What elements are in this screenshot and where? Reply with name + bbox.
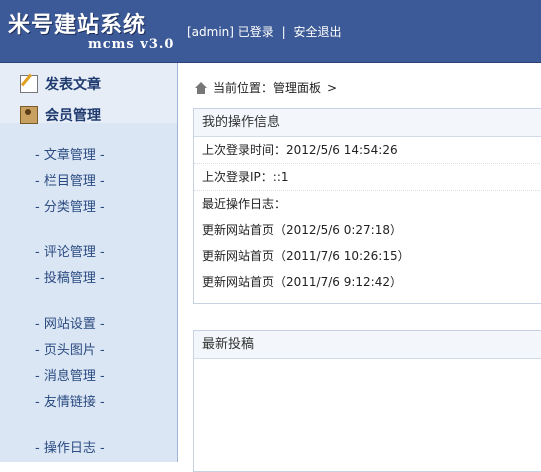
log-entry: 更新网站首页（2012/5/6 0:27:18） [202, 223, 402, 237]
app-title: 米号建站系统 [8, 12, 147, 38]
header-bar: 米号建站系统 mcms v3.0 [admin] 已登录 | 安全退出 [0, 0, 541, 63]
sidebar-item-articles[interactable]: - 文章管理 - [0, 143, 177, 169]
sidebar-item-site-settings[interactable]: - 网站设置 - [0, 312, 177, 338]
sidebar-item-submissions[interactable]: - 投稿管理 - [0, 266, 177, 292]
last-login-time: 上次登录时间：2012/5/6 14:54:26 [194, 137, 541, 164]
recent-log-title: 最近操作日志： [202, 197, 287, 211]
menu-group-logs: - 操作日志 - [0, 436, 177, 462]
sidebar-item-post-article[interactable]: 发表文章 [20, 73, 101, 95]
menu-group-feedback: - 评论管理 - - 投稿管理 - [0, 240, 177, 292]
sidebar-item-comments[interactable]: - 评论管理 - [0, 240, 177, 266]
app-version: mcms v3.0 [88, 37, 175, 52]
sidebar-item-member-management[interactable]: 会员管理 [20, 104, 101, 126]
sidebar-item-label: 会员管理 [45, 108, 101, 124]
sidebar-item-friend-links[interactable]: - 友情链接 - [0, 390, 177, 416]
sidebar-item-operation-logs[interactable]: - 操作日志 - [0, 436, 177, 462]
last-login-ip: 上次登录IP：::1 [194, 164, 541, 191]
panel-title: 我的操作信息 [194, 109, 541, 137]
log-entry: 更新网站首页（2011/7/6 9:12:42） [202, 275, 402, 289]
panel-title: 最新投稿 [194, 331, 541, 359]
sidebar-item-columns[interactable]: - 栏目管理 - [0, 169, 177, 195]
log-entry: 更新网站首页（2011/7/6 10:26:15） [202, 249, 410, 263]
main-content: 当前位置： 管理面板 > 我的操作信息 上次登录时间：2012/5/6 14:5… [178, 63, 541, 472]
home-icon [194, 81, 208, 94]
header-separator: | [281, 25, 286, 39]
member-icon [20, 106, 38, 124]
my-operation-info-panel: 我的操作信息 上次登录时间：2012/5/6 14:54:26 上次登录IP：:… [193, 108, 541, 304]
header-user-links: [admin] 已登录 | 安全退出 [187, 23, 342, 40]
breadcrumb: 当前位置： 管理面板 > [194, 79, 337, 96]
logout-link[interactable]: 安全退出 [294, 25, 342, 39]
sidebar-item-messages[interactable]: - 消息管理 - [0, 364, 177, 390]
sidebar-item-header-images[interactable]: - 页头图片 - [0, 338, 177, 364]
sidebar-item-categories[interactable]: - 分类管理 - [0, 195, 177, 221]
latest-submissions-panel: 最新投稿 [193, 330, 541, 472]
menu-group-content: - 文章管理 - - 栏目管理 - - 分类管理 - [0, 143, 177, 221]
login-status: 已登录 [237, 25, 274, 39]
breadcrumb-arrow: > [327, 80, 338, 95]
menu-group-site: - 网站设置 - - 页头图片 - - 消息管理 - - 友情链接 - [0, 312, 177, 416]
breadcrumb-prefix: 当前位置： [213, 81, 274, 95]
edit-icon [20, 75, 38, 93]
username: [admin] [187, 25, 234, 39]
sidebar: 发表文章 会员管理 - 文章管理 - - 栏目管理 - - 分类管理 - - 评… [0, 63, 178, 462]
sidebar-item-label: 发表文章 [45, 77, 101, 93]
breadcrumb-current: 管理面板 [273, 81, 322, 95]
